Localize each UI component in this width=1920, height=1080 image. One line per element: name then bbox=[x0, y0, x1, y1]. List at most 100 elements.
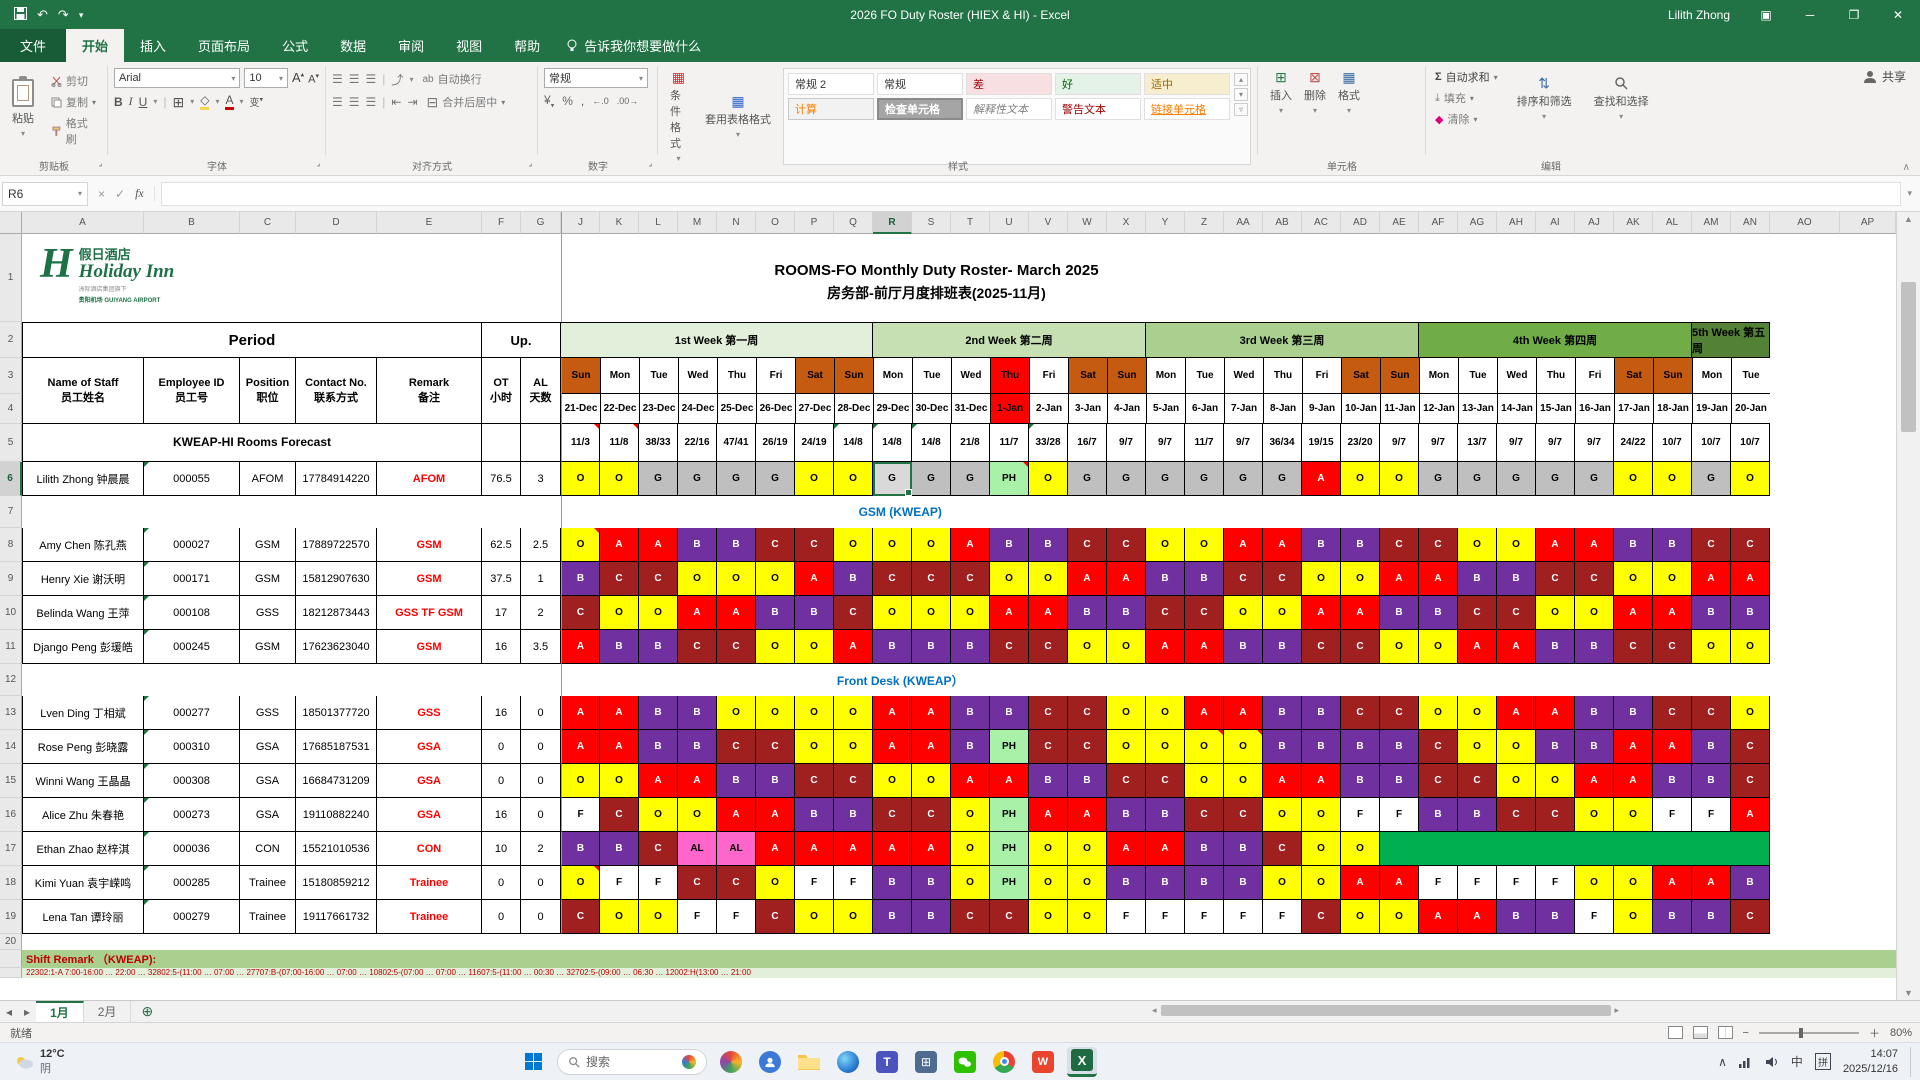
day-header[interactable]: Sat bbox=[1069, 358, 1108, 394]
shift-cell[interactable]: F bbox=[639, 866, 678, 900]
shift-cell[interactable]: C bbox=[1497, 596, 1536, 630]
shift-cell[interactable]: C bbox=[1692, 696, 1731, 730]
shift-cell[interactable]: A bbox=[1068, 798, 1107, 832]
shift-cell[interactable]: O bbox=[1185, 764, 1224, 798]
shift-cell[interactable]: A bbox=[561, 696, 600, 730]
shift-cell[interactable]: B bbox=[1653, 764, 1692, 798]
shift-cell[interactable]: C bbox=[990, 630, 1029, 664]
cut-button[interactable]: 剪切 bbox=[48, 72, 101, 90]
day-header[interactable]: Wed bbox=[1498, 358, 1537, 394]
zoom-slider[interactable] bbox=[1758, 1027, 1859, 1038]
shift-cell[interactable]: B bbox=[639, 696, 678, 730]
format-painter-button[interactable]: 格式刷 bbox=[48, 114, 101, 148]
tab-插入[interactable]: 插入 bbox=[124, 29, 182, 62]
decrease-decimal-icon[interactable]: .00→ bbox=[617, 96, 639, 106]
cell-style-8[interactable]: 解释性文本 bbox=[966, 98, 1052, 120]
day-header[interactable]: Tue bbox=[1459, 358, 1498, 394]
cell-style-9[interactable]: 警告文本 bbox=[1055, 98, 1141, 120]
shift-cell[interactable]: A bbox=[1419, 900, 1458, 934]
shift-cell[interactable]: A bbox=[834, 630, 873, 664]
shift-cell[interactable]: O bbox=[912, 596, 951, 630]
day-header[interactable]: Sat bbox=[1342, 358, 1381, 394]
shift-cell[interactable]: C bbox=[639, 832, 678, 866]
forecast-cell[interactable]: 9/7 bbox=[1107, 424, 1146, 462]
column-header-Q[interactable]: Q bbox=[834, 212, 873, 234]
shift-cell[interactable]: A bbox=[834, 832, 873, 866]
shift-cell[interactable]: C bbox=[951, 562, 990, 596]
contact-cell[interactable]: 18212873443 bbox=[296, 596, 377, 630]
staff-name[interactable]: Amy Chen 陈孔燕 bbox=[22, 528, 144, 562]
decrease-indent-icon[interactable]: ⇤ bbox=[391, 95, 401, 109]
forecast-cell[interactable]: 33/28 bbox=[1029, 424, 1068, 462]
shift-cell[interactable]: O bbox=[795, 462, 834, 496]
employee-id[interactable]: 000277 bbox=[144, 696, 240, 730]
forecast-cell[interactable]: 11/3 bbox=[561, 424, 600, 462]
shift-cell[interactable]: O bbox=[1731, 630, 1770, 664]
format-as-table-button[interactable]: ▦ 套用表格格式 ▾ bbox=[699, 68, 777, 165]
day-header[interactable]: Fri bbox=[1303, 358, 1342, 394]
chrome-icon[interactable] bbox=[989, 1047, 1019, 1077]
undo-icon[interactable]: ↶ bbox=[37, 7, 48, 23]
forecast-cell[interactable]: 14/8 bbox=[873, 424, 912, 462]
column-header-D[interactable]: D bbox=[296, 212, 377, 234]
shift-cell[interactable]: O bbox=[1302, 562, 1341, 596]
remark-cell[interactable]: GSS TF GSM bbox=[377, 596, 482, 630]
shift-cell[interactable]: O bbox=[600, 900, 639, 934]
shift-cell[interactable]: A bbox=[756, 832, 795, 866]
shift-cell[interactable]: O bbox=[1263, 596, 1302, 630]
day-header[interactable]: Wed bbox=[679, 358, 718, 394]
teams-icon[interactable]: T bbox=[872, 1047, 902, 1077]
align-middle-icon[interactable]: ☰ bbox=[349, 72, 360, 86]
shift-cell[interactable]: B bbox=[1341, 764, 1380, 798]
shift-cell[interactable]: B bbox=[717, 528, 756, 562]
table-header[interactable]: AL 天数 bbox=[521, 358, 561, 424]
date-cell[interactable]: 19-Jan bbox=[1693, 394, 1732, 424]
shift-cell[interactable]: C bbox=[1029, 696, 1068, 730]
shift-cell[interactable]: F bbox=[717, 900, 756, 934]
shift-cell[interactable]: A bbox=[873, 832, 912, 866]
shift-cell[interactable]: A bbox=[1653, 866, 1692, 900]
shift-cell[interactable]: G bbox=[639, 462, 678, 496]
shift-cell[interactable]: G bbox=[1692, 462, 1731, 496]
shift-cell[interactable]: O bbox=[1380, 630, 1419, 664]
forecast-label[interactable]: KWEAP-HI Rooms Forecast bbox=[22, 424, 482, 462]
shift-cell[interactable]: B bbox=[1575, 696, 1614, 730]
shift-cell[interactable]: O bbox=[795, 730, 834, 764]
shift-cell[interactable]: B bbox=[1692, 730, 1731, 764]
shift-cell[interactable]: O bbox=[1302, 866, 1341, 900]
shift-cell[interactable]: F bbox=[1419, 866, 1458, 900]
column-header-AC[interactable]: AC bbox=[1302, 212, 1341, 234]
date-cell[interactable]: 11-Jan bbox=[1381, 394, 1420, 424]
forecast-cell[interactable]: 14/8 bbox=[834, 424, 873, 462]
shift-cell[interactable]: C bbox=[561, 596, 600, 630]
shift-cell[interactable]: A bbox=[1263, 528, 1302, 562]
shift-cell[interactable]: O bbox=[795, 630, 834, 664]
ime-indicator[interactable]: 拼 bbox=[1814, 1053, 1831, 1070]
gallery-more-icon[interactable]: ▿ bbox=[1234, 103, 1248, 116]
date-cell[interactable]: 10-Jan bbox=[1342, 394, 1381, 424]
shift-cell[interactable]: B bbox=[873, 900, 912, 934]
contact-cell[interactable]: 18501377720 bbox=[296, 696, 377, 730]
shift-cell[interactable]: O bbox=[1068, 866, 1107, 900]
shift-cell[interactable]: B bbox=[1302, 528, 1341, 562]
minimize-button[interactable]: ─ bbox=[1788, 0, 1832, 30]
shift-cell[interactable]: B bbox=[990, 528, 1029, 562]
position-cell[interactable]: GSM bbox=[240, 562, 296, 596]
remark-cell[interactable]: Trainee bbox=[377, 866, 482, 900]
employee-id[interactable]: 000108 bbox=[144, 596, 240, 630]
shift-cell[interactable]: A bbox=[873, 730, 912, 764]
al-cell[interactable]: 3 bbox=[521, 462, 561, 496]
shift-cell[interactable]: B bbox=[1731, 866, 1770, 900]
remark-cell[interactable]: GSA bbox=[377, 798, 482, 832]
shift-cell[interactable]: A bbox=[1029, 798, 1068, 832]
shift-cell[interactable]: A bbox=[912, 832, 951, 866]
ot-cell[interactable]: 76.5 bbox=[482, 462, 521, 496]
shift-cell[interactable]: B bbox=[1302, 696, 1341, 730]
shift-cell[interactable]: B bbox=[1497, 900, 1536, 934]
shift-cell[interactable]: O bbox=[1224, 596, 1263, 630]
shift-cell[interactable]: G bbox=[1419, 462, 1458, 496]
row-header[interactable]: 8 bbox=[0, 528, 22, 562]
shift-cell[interactable]: A bbox=[990, 764, 1029, 798]
column-header-AI[interactable]: AI bbox=[1536, 212, 1575, 234]
shift-cell[interactable]: B bbox=[1146, 562, 1185, 596]
